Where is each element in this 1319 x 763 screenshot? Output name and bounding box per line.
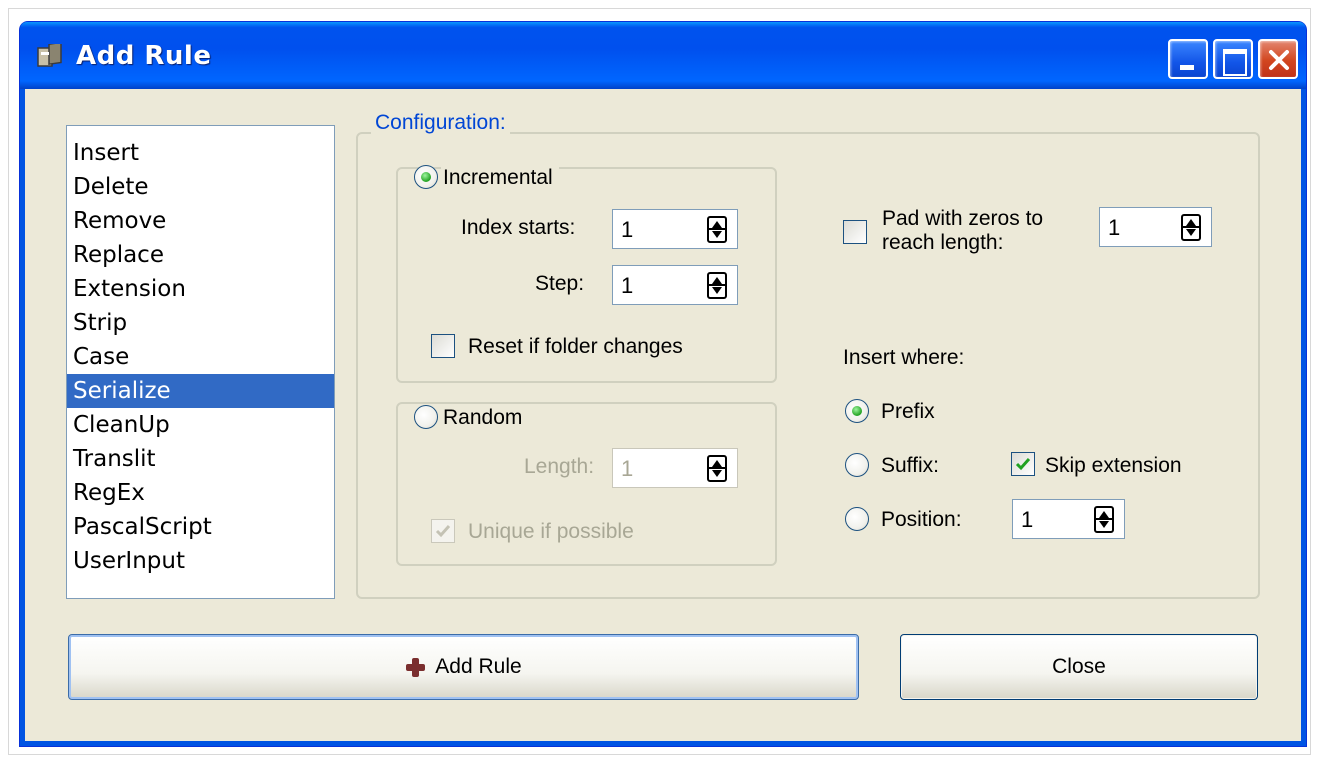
- pad-length-spinner[interactable]: 1: [1099, 207, 1212, 247]
- index-starts-spinner[interactable]: 1: [612, 209, 738, 249]
- close-icon[interactable]: [1258, 39, 1298, 79]
- close-button[interactable]: Close: [900, 634, 1258, 700]
- step-label: Step:: [535, 272, 585, 295]
- insert-where-label: Insert where:: [843, 346, 965, 369]
- reset-folder-checkbox[interactable]: [431, 334, 455, 358]
- pad-length-value: 1: [1108, 215, 1121, 240]
- step-spinner[interactable]: 1: [612, 265, 738, 305]
- title-bar[interactable]: Add Rule: [20, 22, 1306, 89]
- maximize-icon[interactable]: [1213, 39, 1253, 79]
- pad-zeros-label-line1: Pad with zeros to: [882, 207, 1044, 230]
- prefix-label: Prefix: [881, 400, 935, 423]
- random-radio[interactable]: [414, 405, 438, 429]
- prefix-radio[interactable]: [845, 399, 869, 423]
- add-rule-button[interactable]: Add Rule: [68, 634, 859, 700]
- random-label: Random: [441, 406, 529, 430]
- incremental-radio[interactable]: [414, 165, 438, 189]
- minimize-icon[interactable]: [1168, 39, 1208, 79]
- list-item[interactable]: CleanUp: [67, 408, 334, 442]
- list-item[interactable]: Case: [67, 340, 334, 374]
- list-item[interactable]: Translit: [67, 442, 334, 476]
- rules-listbox[interactable]: Insert Delete Remove Replace Extension S…: [66, 125, 335, 599]
- reset-folder-label: Reset if folder changes: [468, 335, 683, 358]
- list-item[interactable]: Extension: [67, 272, 334, 306]
- plus-icon: [405, 657, 426, 677]
- skip-extension-checkbox[interactable]: [1011, 452, 1035, 476]
- index-starts-value: 1: [621, 217, 634, 242]
- spinner-arrows-icon[interactable]: [707, 272, 727, 299]
- list-item[interactable]: Delete: [67, 170, 334, 204]
- incremental-label: Incremental: [441, 166, 559, 190]
- list-item[interactable]: Replace: [67, 238, 334, 272]
- spinner-arrows-icon[interactable]: [1181, 214, 1201, 241]
- suffix-label: Suffix:: [881, 454, 939, 477]
- list-item[interactable]: UserInput: [67, 544, 334, 578]
- pad-zeros-checkbox[interactable]: [843, 220, 867, 244]
- checkmark-icon: [1015, 458, 1031, 471]
- close-button-label: Close: [1052, 655, 1106, 678]
- checkmark-icon: [435, 525, 451, 538]
- position-radio[interactable]: [845, 507, 869, 531]
- length-value: 1: [621, 456, 634, 481]
- position-label: Position:: [881, 508, 962, 531]
- spinner-arrows-icon[interactable]: [707, 455, 727, 482]
- suffix-radio[interactable]: [845, 453, 869, 477]
- position-value: 1: [1021, 507, 1034, 532]
- app-icon: [37, 44, 62, 67]
- list-item[interactable]: RegEx: [67, 476, 334, 510]
- list-item[interactable]: Remove: [67, 204, 334, 238]
- spinner-arrows-icon[interactable]: [707, 216, 727, 243]
- window-title: Add Rule: [76, 41, 212, 71]
- length-label: Length:: [524, 455, 595, 478]
- list-item-selected[interactable]: Serialize: [67, 374, 334, 408]
- unique-checkbox[interactable]: [431, 519, 455, 543]
- position-spinner[interactable]: 1: [1012, 499, 1125, 539]
- length-spinner[interactable]: 1: [612, 448, 738, 488]
- unique-label: Unique if possible: [468, 520, 634, 543]
- add-rule-button-label: Add Rule: [435, 655, 522, 678]
- list-item[interactable]: PascalScript: [67, 510, 334, 544]
- index-starts-label: Index starts:: [461, 216, 576, 239]
- dialog-body: Insert Delete Remove Replace Extension S…: [25, 89, 1301, 741]
- step-value: 1: [621, 273, 634, 298]
- add-rule-dialog: Add Rule Insert Delete Remove Replace Ex…: [20, 22, 1306, 746]
- skip-extension-label: Skip extension: [1045, 454, 1182, 477]
- spinner-arrows-icon[interactable]: [1094, 506, 1114, 533]
- pad-zeros-label-line2: reach length:: [882, 231, 1004, 254]
- configuration-legend: Configuration:: [371, 111, 510, 135]
- list-item[interactable]: Insert: [67, 136, 334, 170]
- list-item[interactable]: Strip: [67, 306, 334, 340]
